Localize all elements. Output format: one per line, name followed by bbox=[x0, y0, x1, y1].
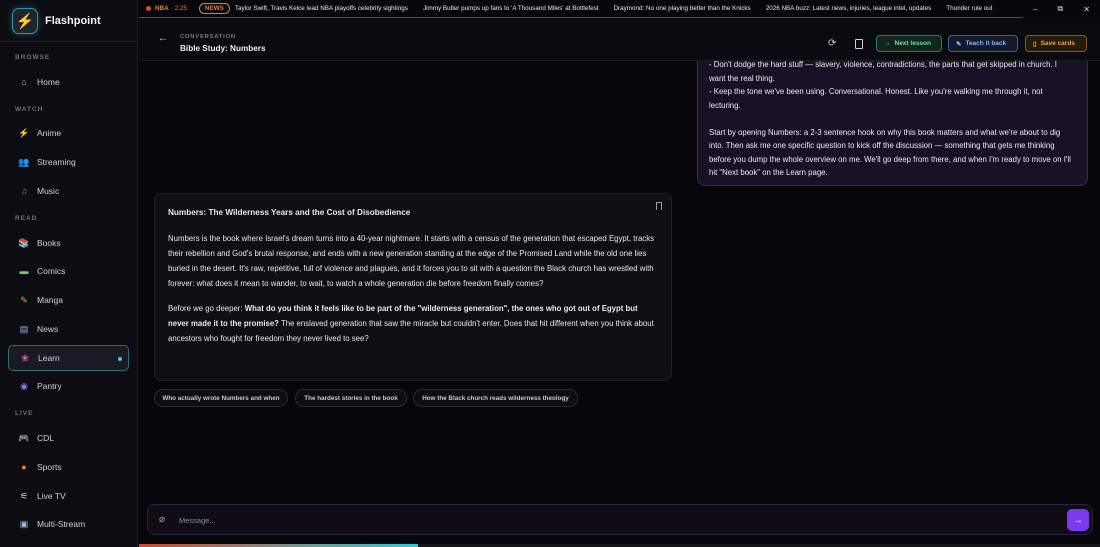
sidebar-item-label: Streaming bbox=[37, 157, 76, 168]
bookmark-icon[interactable] bbox=[656, 202, 662, 210]
close-icon[interactable]: ✕ bbox=[1083, 5, 1090, 14]
sidebar-item-books[interactable]: 📚 Books bbox=[0, 229, 137, 258]
sidebar-nav: BROWSE ⌂ Home WATCH ⚡ Anime 👥 Streaming ♫ Music RE… bbox=[0, 0, 138, 547]
sidebar-item-label: Books bbox=[37, 238, 61, 249]
manga-icon: ✎ bbox=[20, 294, 28, 305]
message-input[interactable] bbox=[179, 514, 1039, 527]
ticker-headline[interactable]: Thunder rule out bbox=[946, 5, 992, 12]
sidebar-item-label: Pantry bbox=[37, 381, 62, 392]
assistant-message: Numbers: The Wilderness Years and the Co… bbox=[154, 193, 672, 381]
sidebar-item-sports[interactable]: ● Sports bbox=[0, 453, 137, 482]
assistant-message-title: Numbers: The Wilderness Years and the Co… bbox=[168, 208, 411, 217]
sidebar-item-anime[interactable]: ⚡ Anime bbox=[0, 119, 137, 148]
save-cards-label: Save cards bbox=[1040, 40, 1075, 47]
sidebar-item-home[interactable]: ⌂ Home bbox=[0, 68, 137, 97]
bookmark-icon: ▯ bbox=[1033, 40, 1037, 48]
sidebar-item-comics[interactable]: ▬ Comics bbox=[0, 257, 137, 286]
refresh-icon[interactable]: ⟳ bbox=[828, 38, 836, 49]
monitor-icon: ▣ bbox=[19, 518, 29, 529]
sidebar-section-label: LIVE bbox=[15, 410, 34, 417]
teach-it-back-label: Teach it back bbox=[965, 40, 1007, 47]
newspaper-icon: ▤ bbox=[19, 323, 29, 334]
send-button[interactable]: → bbox=[1067, 509, 1089, 531]
sidebar-item-label: News bbox=[37, 324, 59, 335]
sidebar-item-live-tv[interactable]: ⚟ Live TV bbox=[0, 482, 137, 511]
assistant-paragraph: Numbers is the book where Israel's dream… bbox=[168, 234, 655, 288]
pencil-icon: ✎ bbox=[956, 40, 962, 48]
sidebar-section-label: BROWSE bbox=[15, 54, 51, 61]
brain-icon: ❀ bbox=[21, 352, 29, 363]
sidebar-item-multi-stream[interactable]: ▣ Multi-Stream bbox=[0, 510, 137, 539]
teach-it-back-button[interactable]: ✎ Teach it back bbox=[948, 35, 1018, 52]
sidebar-item-manga[interactable]: ✎ Manga bbox=[0, 286, 137, 315]
news-ticker[interactable]: NBA 2:25 NEWS Taylor Swift, Travis Kelce… bbox=[139, 0, 1023, 18]
home-icon: ⌂ bbox=[21, 77, 27, 88]
app-window: ⚡ Flashpoint BROWSE ⌂ Home WATCH ⚡ Anime 👥 Stre… bbox=[0, 0, 1100, 547]
sidebar-item-label: Live TV bbox=[37, 491, 66, 502]
conversation-header: ← CONVERSATION Bible Study: Numbers ⟳ → … bbox=[139, 18, 1100, 61]
suggestion-chip[interactable]: Who actually wrote Numbers and when bbox=[154, 389, 288, 407]
conversation-label: CONVERSATION bbox=[180, 34, 236, 40]
maximize-icon[interactable]: ⧉ bbox=[1058, 4, 1064, 14]
minimize-icon[interactable]: – bbox=[1033, 5, 1037, 14]
sidebar-item-label: Learn bbox=[38, 353, 60, 363]
people-icon: 👥 bbox=[18, 156, 30, 167]
comic-icon: ▬ bbox=[19, 266, 29, 277]
save-cards-button[interactable]: ▯ Save cards bbox=[1025, 35, 1087, 52]
send-arrow-icon: → bbox=[1073, 514, 1083, 526]
ticker-league: NBA bbox=[155, 5, 169, 12]
window-controls: – ⧉ ✕ bbox=[1023, 0, 1100, 18]
music-note-icon: ♫ bbox=[20, 186, 28, 197]
ticker-headline[interactable]: 2026 NBA buzz: Latest news, injuries, le… bbox=[766, 5, 932, 12]
sidebar-item-pantry[interactable]: ◉ Pantry bbox=[0, 372, 137, 401]
ticker-headline[interactable]: Draymond: No one playing better than the… bbox=[614, 5, 751, 12]
lightning-icon: ⚡ bbox=[18, 127, 30, 138]
chat-thread[interactable]: - Don't dodge the hard stuff — slavery, … bbox=[139, 61, 1100, 501]
sidebar-section-label: READ bbox=[15, 215, 38, 222]
sidebar-item-cdl[interactable]: 🎮 CDL bbox=[0, 424, 137, 453]
books-icon: 📚 bbox=[18, 237, 30, 248]
sidebar-item-label: Comics bbox=[37, 266, 66, 277]
user-message: - Don't dodge the hard stuff — slavery, … bbox=[697, 61, 1088, 186]
sidebar-item-label: Manga bbox=[37, 295, 63, 306]
gamepad-icon: 🎮 bbox=[18, 432, 30, 443]
attachment-icon[interactable]: ⌀ bbox=[159, 514, 165, 525]
sidebar-item-label: CDL bbox=[37, 433, 55, 444]
assistant-paragraph: Before we go deeper: What do you think i… bbox=[168, 301, 658, 346]
sidebar: ⚡ Flashpoint BROWSE ⌂ Home WATCH ⚡ Anime 👥 Stre… bbox=[0, 0, 138, 547]
sidebar-item-music[interactable]: ♫ Music bbox=[0, 177, 137, 206]
active-indicator-icon bbox=[118, 357, 122, 361]
suggestion-chip[interactable]: How the Black church reads wilderness th… bbox=[413, 389, 578, 407]
sidebar-item-learn[interactable]: ❀ Learn bbox=[8, 345, 129, 371]
notebook-icon[interactable] bbox=[855, 39, 863, 49]
sidebar-item-label: Music bbox=[37, 186, 60, 197]
sidebar-item-label: Home bbox=[37, 77, 60, 88]
sidebar-item-label: Anime bbox=[37, 128, 62, 139]
page-title: Bible Study: Numbers bbox=[180, 44, 266, 53]
user-message-line: - Keep the tone we've been using. Conver… bbox=[709, 87, 1043, 110]
suggestion-chip[interactable]: The hardest stories in the book bbox=[295, 389, 407, 407]
next-lesson-label: Next lesson bbox=[894, 40, 932, 47]
pantry-icon: ◉ bbox=[20, 380, 28, 391]
sidebar-item-streaming[interactable]: 👥 Streaming bbox=[0, 148, 137, 177]
ticker-headline[interactable]: Jimmy Butler pumps up fans to 'A Thousan… bbox=[423, 5, 599, 12]
arrow-right-icon: → bbox=[884, 40, 891, 47]
sidebar-item-label: Multi-Stream bbox=[37, 519, 86, 530]
basketball-icon: ● bbox=[21, 462, 27, 473]
ticker-clock: 2:25 bbox=[174, 5, 187, 12]
user-message-closing: Start by opening Numbers: a 2-3 sentence… bbox=[709, 127, 1071, 178]
back-arrow-icon[interactable]: ← bbox=[158, 33, 168, 44]
sidebar-item-label: Sports bbox=[37, 462, 62, 473]
news-badge: NEWS bbox=[198, 3, 230, 14]
live-dot-icon bbox=[146, 6, 151, 11]
message-composer: ⌀ → bbox=[147, 504, 1093, 535]
assistant-text: Before we go deeper: bbox=[168, 304, 245, 313]
ticker-headline[interactable]: Taylor Swift, Travis Kelce lead NBA play… bbox=[235, 5, 408, 12]
user-message-line: - Don't dodge the hard stuff — slavery, … bbox=[709, 61, 1057, 83]
antenna-icon: ⚟ bbox=[19, 490, 29, 501]
sidebar-section-label: WATCH bbox=[15, 106, 44, 113]
sidebar-item-news[interactable]: ▤ News bbox=[0, 315, 137, 344]
next-lesson-button[interactable]: → Next lesson bbox=[876, 35, 942, 52]
